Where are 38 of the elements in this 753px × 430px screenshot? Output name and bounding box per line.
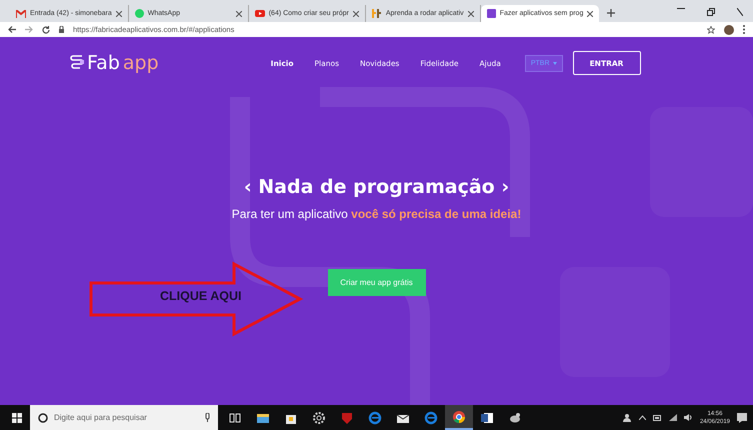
document-icon [480,410,494,424]
avatar-icon[interactable] [724,24,734,34]
hero-title: ‹ Nada de programação › [244,176,510,198]
task-view-icon [228,410,242,424]
notification-icon[interactable] [737,412,747,422]
mail-icon [16,10,26,18]
person-icon[interactable] [622,413,632,422]
lock-icon[interactable] [59,26,64,33]
restore-icon[interactable] [707,8,715,16]
star-icon[interactable] [707,26,715,34]
reload-icon[interactable] [42,26,50,34]
caret-icon [552,62,556,64]
chat-icon [134,9,144,18]
network-icon[interactable] [668,414,677,421]
chevron-up-icon[interactable] [638,415,646,420]
new-tab-icon[interactable] [607,9,616,17]
blog-icon [372,9,382,18]
annotation-label: CLIQUE AQUI [160,289,242,303]
minimize-icon[interactable] [677,8,685,10]
logo-text[interactable]: app [122,52,159,74]
volume-icon[interactable] [684,414,693,421]
shield-icon [340,410,354,424]
microphone-icon [205,413,210,422]
search-icon [38,412,48,422]
logo-text[interactable]: Fab [87,52,120,74]
browser-icon [424,410,438,424]
hero-subtitle: Para ter um aplicativo você só precisa de uma ideia! [232,207,522,221]
back-icon[interactable] [8,26,16,33]
search-field[interactable]: Digite aqui para pesquisar [30,405,218,430]
app-icon [486,9,496,18]
bird-icon [508,410,522,424]
browser-icon [452,410,466,424]
browser-icon [368,410,382,424]
play-icon [254,10,265,17]
gear-icon [312,410,326,424]
windows-start-icon[interactable] [12,412,22,422]
taskbar-app[interactable] [445,405,473,430]
battery-icon[interactable] [652,414,662,420]
